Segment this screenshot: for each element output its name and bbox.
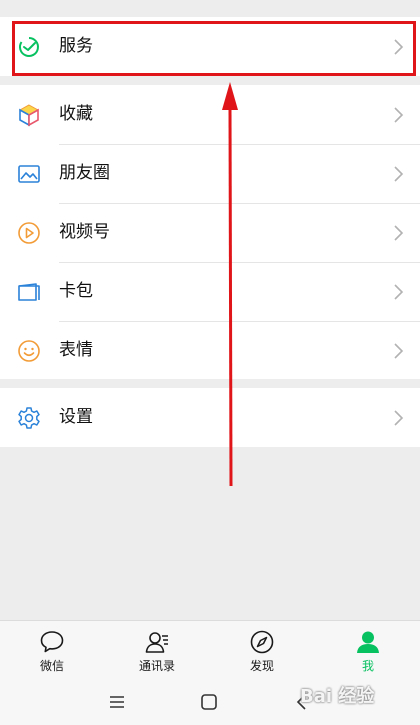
chevron-right-icon: [394, 225, 404, 241]
tab-chats[interactable]: 微信: [12, 621, 92, 681]
menu-label-services: 服务: [59, 36, 93, 56]
me-person-icon: [357, 631, 379, 653]
channels-play-icon: [18, 222, 40, 244]
menu-label-moments: 朋友圈: [59, 163, 110, 183]
menu-item-services[interactable]: 服务: [0, 17, 420, 76]
chevron-right-icon: [394, 284, 404, 300]
chevron-right-icon: [394, 39, 404, 55]
tab-label-contacts: 通讯录: [138, 659, 175, 673]
tab-label-chats: 微信: [39, 659, 64, 673]
tab-label-discover: 发现: [249, 659, 274, 673]
top-spacer: [0, 0, 420, 17]
chevron-right-icon: [394, 343, 404, 359]
compass-icon: [250, 630, 274, 654]
menu-item-stickers[interactable]: 表情: [0, 321, 420, 380]
services-icon: [19, 37, 39, 57]
watermark: Bai 经验: [300, 686, 375, 707]
menu-label-stickers: 表情: [59, 340, 93, 360]
chevron-right-icon: [394, 166, 404, 182]
contacts-person-icon: [145, 632, 168, 653]
menu-label-channels: 视频号: [59, 222, 110, 242]
menu-item-channels[interactable]: 视频号: [0, 203, 420, 262]
menu-lines-icon[interactable]: [107, 692, 127, 712]
menu-item-settings[interactable]: 设置: [0, 388, 420, 447]
smiley-icon: [18, 340, 40, 362]
services-group: 服务: [0, 17, 420, 76]
favorites-cube-icon: [18, 104, 40, 127]
menu-label-cards: 卡包: [59, 281, 93, 301]
menu-item-moments[interactable]: 朋友圈: [0, 144, 420, 203]
tab-discover[interactable]: 发现: [222, 621, 302, 681]
menu-label-favorites: 收藏: [59, 104, 93, 124]
home-square-icon[interactable]: [199, 692, 219, 712]
chevron-right-icon: [394, 410, 404, 426]
chevron-right-icon: [394, 107, 404, 123]
settings-group: 设置: [0, 388, 420, 447]
features-group: 收藏 朋友圈 视频号 卡包 表情: [0, 85, 420, 379]
tab-contacts[interactable]: 通讯录: [117, 621, 197, 681]
menu-item-cards[interactable]: 卡包: [0, 262, 420, 321]
card-wallet-icon: [18, 283, 40, 301]
menu-label-settings: 设置: [59, 407, 93, 427]
bottom-tab-bar: 微信 通讯录 发现 我: [0, 620, 420, 680]
chat-bubble-icon: [40, 631, 64, 653]
moments-picture-icon: [18, 165, 40, 183]
menu-item-favorites[interactable]: 收藏: [0, 85, 420, 144]
gear-icon: [18, 407, 40, 429]
